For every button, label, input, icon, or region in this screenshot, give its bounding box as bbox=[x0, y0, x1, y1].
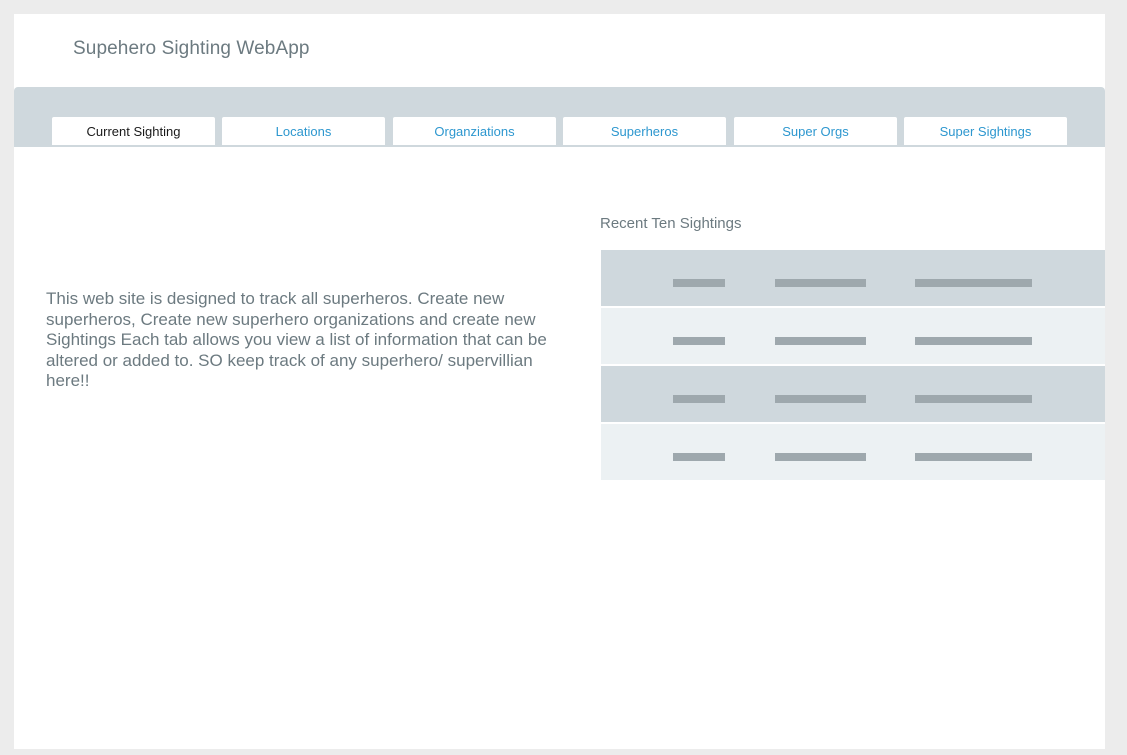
sighting-row[interactable] bbox=[601, 366, 1105, 422]
recent-sightings-title: Recent Ten Sightings bbox=[600, 215, 742, 232]
tab-super-orgs[interactable]: Super Orgs bbox=[734, 117, 897, 145]
recent-sightings-table bbox=[601, 250, 1105, 482]
tab-organizations[interactable]: Organziations bbox=[393, 117, 556, 145]
placeholder-cell bbox=[775, 395, 866, 403]
placeholder-cell bbox=[673, 395, 725, 403]
placeholder-cell bbox=[915, 453, 1032, 461]
placeholder-cell bbox=[673, 453, 725, 461]
tab-current-sighting[interactable]: Current Sighting bbox=[52, 117, 215, 145]
placeholder-cell bbox=[775, 453, 866, 461]
placeholder-cell bbox=[775, 337, 866, 345]
sighting-row[interactable] bbox=[601, 250, 1105, 306]
tab-super-sightings[interactable]: Super Sightings bbox=[904, 117, 1067, 145]
sighting-row[interactable] bbox=[601, 424, 1105, 480]
placeholder-cell bbox=[673, 279, 725, 287]
sighting-row[interactable] bbox=[601, 308, 1105, 364]
tab-superheros[interactable]: Superheros bbox=[563, 117, 726, 145]
placeholder-cell bbox=[775, 279, 866, 287]
placeholder-cell bbox=[915, 337, 1032, 345]
placeholder-cell bbox=[915, 395, 1032, 403]
tab-bar: Current Sighting Locations Organziations… bbox=[14, 87, 1105, 147]
app-title: Supehero Sighting WebApp bbox=[73, 38, 310, 59]
intro-text: This web site is designed to track all s… bbox=[46, 289, 547, 390]
placeholder-cell bbox=[915, 279, 1032, 287]
tab-locations[interactable]: Locations bbox=[222, 117, 385, 145]
placeholder-cell bbox=[673, 337, 725, 345]
app-frame: Supehero Sighting WebApp Current Sightin… bbox=[14, 14, 1105, 749]
